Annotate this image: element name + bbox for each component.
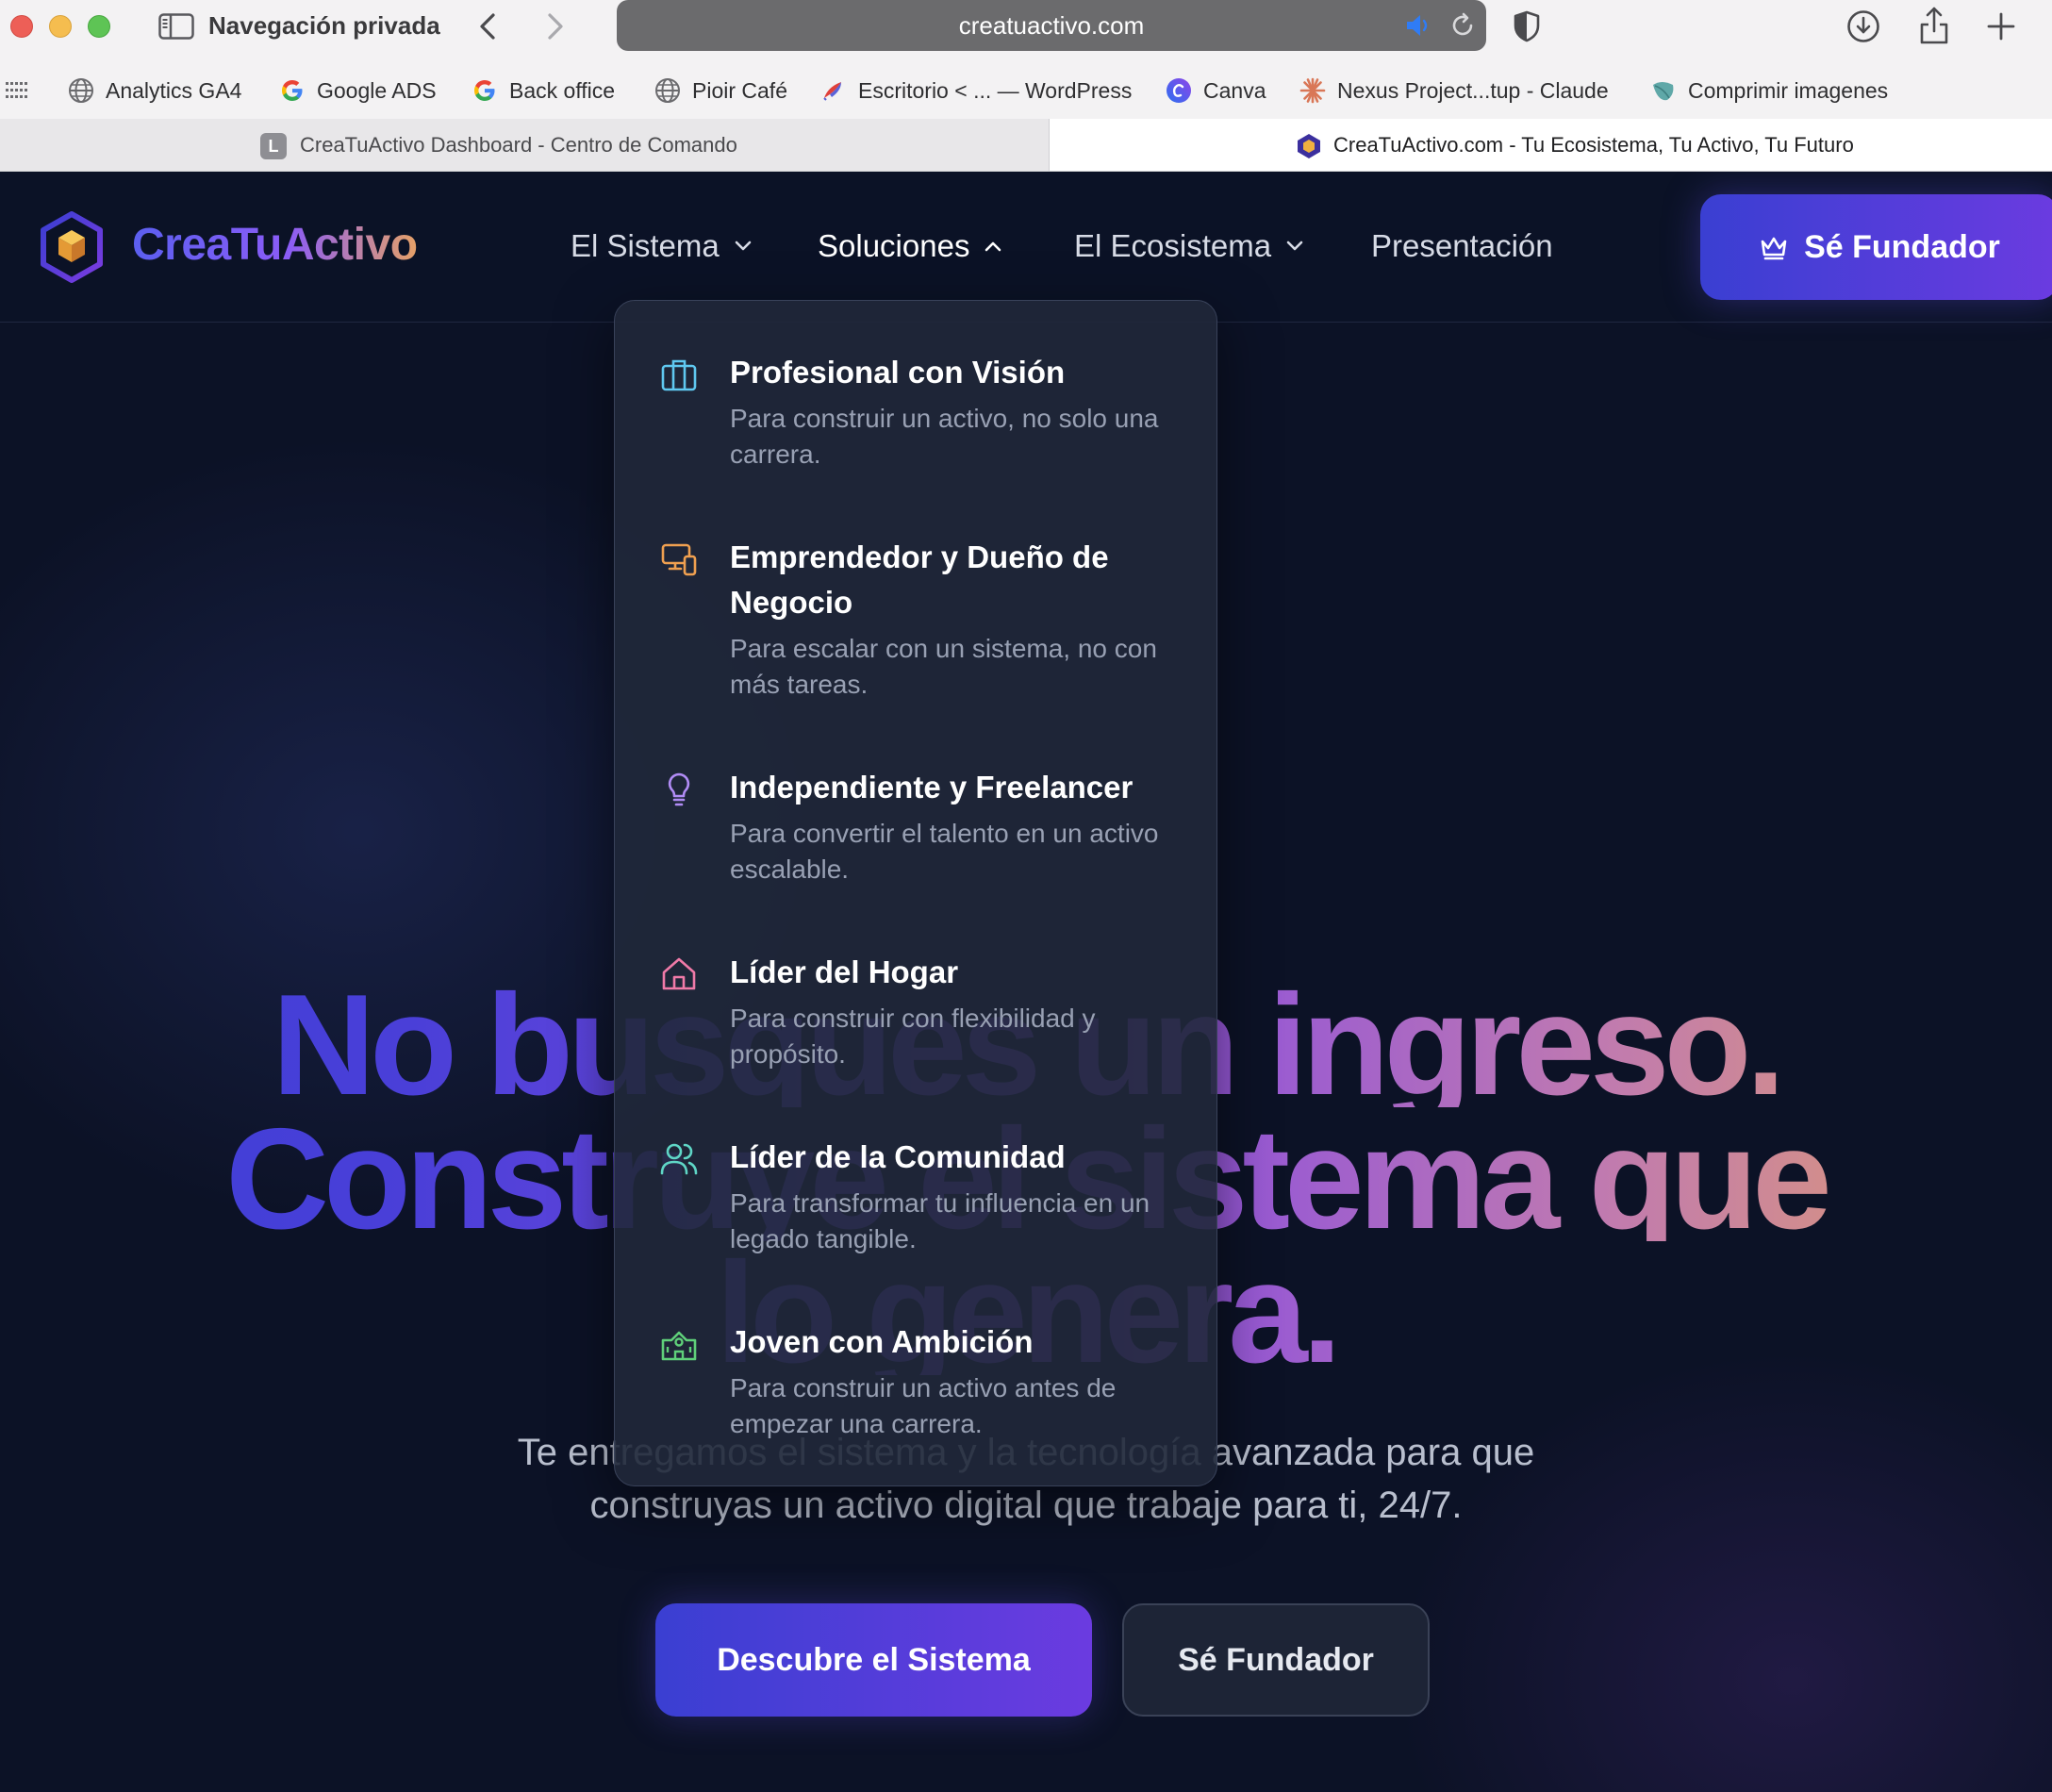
nav-label: Presentación: [1371, 228, 1553, 263]
minimize-window-button[interactable]: [49, 15, 72, 38]
home-icon: [662, 957, 696, 990]
share-icon[interactable]: [1918, 6, 1950, 45]
menu-item-description: Para construir con flexibilidad y propós…: [730, 1004, 1096, 1069]
bookmark-back-office[interactable]: Back office: [472, 77, 615, 104]
hero-subtitle-line-2: construyas un activo digital que trabaje…: [589, 1485, 1463, 1526]
privacy-shield-icon[interactable]: [1513, 10, 1541, 42]
tab-label[interactable]: CreaTuActivo Dashboard - Centro de Coman…: [300, 133, 737, 158]
menu-item-title: Independiente y Freelancer: [730, 770, 1134, 805]
tab-favicon: L: [260, 133, 287, 159]
apps-grid-icon[interactable]: [6, 82, 28, 99]
address-bar[interactable]: creatuactivo.com: [617, 0, 1486, 51]
menu-item-title: Líder de la Comunidad: [730, 1139, 1066, 1174]
audio-playing-icon[interactable]: [1405, 13, 1433, 38]
bookmark-label: Escritorio < ... — WordPress: [858, 77, 1133, 103]
google-icon: [474, 80, 495, 101]
menu-item-description: Para convertir el talento en un activo e…: [730, 819, 1159, 884]
soluciones-dropdown-menu: Profesional con Visión Para construir un…: [614, 300, 1217, 1486]
brand-logo-text[interactable]: CreaTuActivo: [132, 219, 418, 271]
nav-label: El Ecosistema: [1074, 228, 1272, 263]
globe-icon: [69, 78, 93, 103]
crown-icon: [1761, 237, 1787, 260]
briefcase-icon: [661, 359, 697, 391]
web-page: CreaTuActivo El Sistema Soluciones El Ec…: [0, 172, 2052, 1792]
leaf-icon: [1653, 82, 1674, 101]
devices-icon: [661, 543, 697, 576]
bookmark-label: Back office: [509, 77, 616, 103]
download-icon[interactable]: [1846, 9, 1880, 43]
nav-label: Soluciones: [818, 228, 970, 263]
google-icon: [282, 80, 303, 101]
school-icon: [661, 1331, 697, 1361]
nav-presentacion[interactable]: Presentación: [1371, 228, 1553, 264]
zoom-window-button[interactable]: [88, 15, 110, 38]
sidebar-toggle-icon[interactable]: [158, 13, 194, 40]
bookmark-label: Canva: [1203, 77, 1266, 103]
menu-item-description: Para construir un activo, no solo una ca…: [730, 404, 1159, 469]
menu-item-description: Para transformar tu influencia en un leg…: [730, 1188, 1150, 1253]
bookmark-label: Comprimir imagenes: [1688, 77, 1889, 103]
back-icon[interactable]: [477, 11, 498, 41]
se-fundador-header-button[interactable]: Sé Fundador: [1700, 194, 2052, 300]
cta-label: Sé Fundador: [1804, 228, 2000, 265]
bookmark-comprimir[interactable]: Comprimir imagenes: [1650, 77, 1888, 104]
logo-cube-icon[interactable]: [40, 211, 104, 283]
bookmark-label: Google ADS: [317, 77, 437, 103]
descubre-el-sistema-button[interactable]: Descubre el Sistema: [655, 1603, 1092, 1717]
canva-icon: [1167, 78, 1191, 103]
menu-item-title: Líder del Hogar: [730, 954, 959, 989]
bookmark-label: Nexus Project...tup - Claude: [1337, 77, 1609, 103]
bookmark-pioir-cafe[interactable]: Pioir Café: [654, 77, 787, 104]
nav-label: El Sistema: [571, 228, 720, 263]
menu-item-title: Emprendedor y Dueño de Negocio: [730, 539, 1109, 620]
new-tab-icon[interactable]: [1986, 11, 2016, 41]
wordpress-feather-icon: [823, 82, 841, 101]
bookmark-wordpress[interactable]: Escritorio < ... — WordPress: [820, 77, 1132, 104]
tab-label-active[interactable]: CreaTuActivo.com - Tu Ecosistema, Tu Act…: [1333, 133, 1854, 158]
reload-icon[interactable]: [1448, 11, 1477, 40]
globe-icon: [655, 78, 680, 103]
nav-el-ecosistema[interactable]: El Ecosistema: [1074, 228, 1305, 264]
bookmark-claude[interactable]: Nexus Project...tup - Claude: [1299, 77, 1609, 104]
lightbulb-icon: [668, 772, 690, 806]
browser-toolbar: Navegación privada creatuactivo.com: [0, 0, 2052, 53]
menu-item-description: Para escalar con un sistema, no con más …: [730, 634, 1157, 699]
chevron-down-icon: [735, 241, 752, 251]
private-browsing-label: Navegación privada: [208, 11, 440, 40]
users-icon: [660, 1143, 698, 1175]
forward-icon[interactable]: [545, 11, 566, 41]
se-fundador-button[interactable]: Sé Fundador: [1122, 1603, 1430, 1717]
nav-soluciones[interactable]: Soluciones: [818, 228, 1003, 264]
bookmark-canva[interactable]: Canva: [1166, 77, 1266, 104]
menu-item-title: Profesional con Visión: [730, 355, 1066, 390]
bookmark-label: Pioir Café: [692, 77, 787, 103]
close-window-button[interactable]: [10, 15, 33, 38]
menu-item-title: Joven con Ambición: [730, 1324, 1034, 1359]
chevron-down-icon: [1286, 241, 1303, 251]
bookmark-analytics[interactable]: Analytics GA4: [68, 77, 241, 104]
menu-item-description: Para construir un activo antes de empeza…: [730, 1373, 1117, 1438]
chevron-up-icon: [985, 241, 1001, 252]
bookmark-google-ads[interactable]: Google ADS: [279, 77, 437, 104]
creatuactivo-favicon-icon: [1298, 134, 1320, 158]
bookmark-label: Analytics GA4: [106, 77, 242, 103]
url-text[interactable]: creatuactivo.com: [617, 11, 1486, 41]
nav-el-sistema[interactable]: El Sistema: [571, 228, 753, 264]
claude-star-icon: [1299, 77, 1326, 104]
